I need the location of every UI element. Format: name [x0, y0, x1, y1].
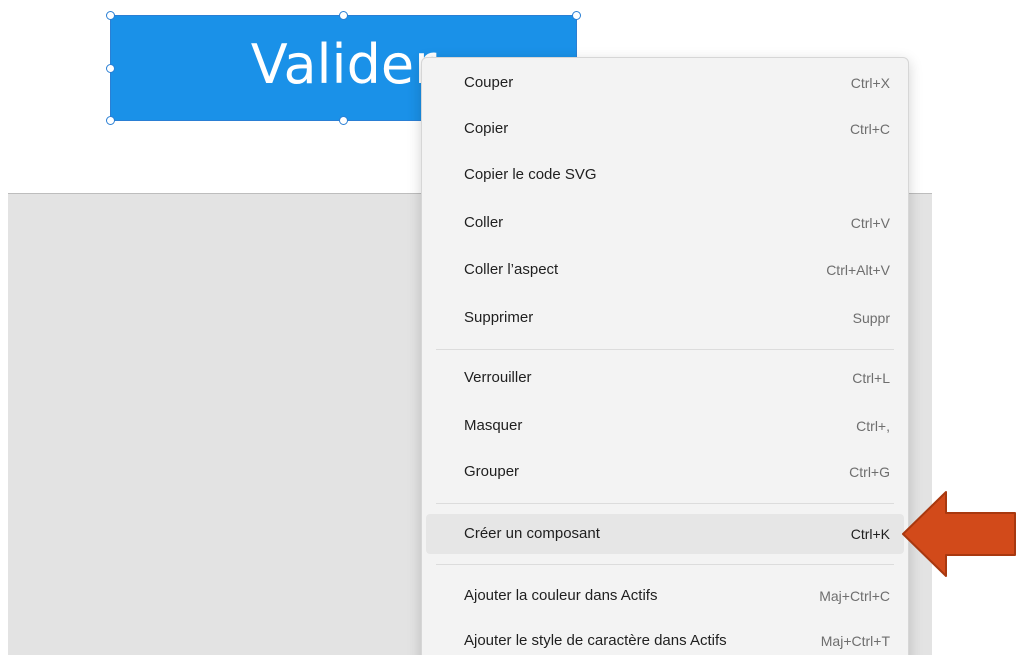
- menu-item-label: Ajouter la couleur dans Actifs: [464, 587, 658, 604]
- resize-handle-top-left[interactable]: [106, 11, 115, 20]
- menu-item-shortcut: Ctrl+Alt+V: [826, 262, 890, 278]
- design-canvas: Valider Couper Ctrl+X Copier Ctrl+C Copi…: [0, 0, 1017, 655]
- menu-item-shortcut: Ctrl+L: [852, 370, 890, 386]
- resize-handle-top[interactable]: [339, 11, 348, 20]
- resize-handle-bottom-left[interactable]: [106, 116, 115, 125]
- menu-item-label: Copier le code SVG: [464, 166, 597, 183]
- menu-item-label: Supprimer: [464, 309, 534, 326]
- menu-item-shortcut: Ctrl+C: [849, 121, 890, 137]
- left-arrow-icon: [902, 491, 1016, 577]
- menu-item-label: Coller: [464, 214, 504, 231]
- context-menu: Couper Ctrl+X Copier Ctrl+C Copier le co…: [421, 57, 909, 655]
- menu-item-label: Coller l’aspect: [464, 261, 559, 278]
- menu-item-masquer[interactable]: Masquer Ctrl+,: [426, 406, 904, 446]
- menu-item-label: Masquer: [464, 417, 523, 434]
- menu-item-shortcut: Suppr: [852, 310, 890, 326]
- menu-item-shortcut: Ctrl+V: [850, 215, 890, 231]
- menu-item-label: Grouper: [464, 463, 520, 480]
- menu-item-ajouter-couleur-actifs[interactable]: Ajouter la couleur dans Actifs Maj+Ctrl+…: [426, 576, 904, 616]
- menu-item-shortcut: Ctrl+K: [850, 526, 890, 542]
- resize-handle-left[interactable]: [106, 64, 115, 73]
- menu-item-shortcut: Maj+Ctrl+T: [820, 633, 890, 649]
- menu-item-coller[interactable]: Coller Ctrl+V: [426, 203, 904, 243]
- menu-item-ajouter-style-caractere-actifs[interactable]: Ajouter le style de caractère dans Actif…: [426, 621, 904, 655]
- menu-item-shortcut: Maj+Ctrl+C: [819, 588, 890, 604]
- resize-handle-bottom[interactable]: [339, 116, 348, 125]
- menu-item-copier-code-svg[interactable]: Copier le code SVG: [426, 155, 904, 195]
- menu-item-label: Verrouiller: [464, 369, 532, 386]
- menu-item-shortcut: Ctrl+,: [856, 418, 890, 434]
- resize-handle-top-right[interactable]: [572, 11, 581, 20]
- menu-item-grouper[interactable]: Grouper Ctrl+G: [426, 452, 904, 492]
- menu-item-coller-aspect[interactable]: Coller l’aspect Ctrl+Alt+V: [426, 250, 904, 290]
- menu-item-supprimer[interactable]: Supprimer Suppr: [426, 298, 904, 338]
- menu-separator: [436, 564, 894, 565]
- menu-item-verrouiller[interactable]: Verrouiller Ctrl+L: [426, 358, 904, 398]
- menu-item-label: Couper: [464, 74, 514, 91]
- menu-separator: [436, 503, 894, 504]
- menu-item-couper[interactable]: Couper Ctrl+X: [426, 63, 904, 103]
- menu-item-label: Créer un composant: [464, 525, 600, 542]
- menu-separator: [436, 349, 894, 350]
- menu-item-shortcut: Ctrl+X: [850, 75, 890, 91]
- menu-item-creer-composant[interactable]: Créer un composant Ctrl+K: [426, 514, 904, 554]
- menu-item-shortcut: Ctrl+G: [849, 464, 890, 480]
- menu-item-copier[interactable]: Copier Ctrl+C: [426, 109, 904, 149]
- menu-item-label: Copier: [464, 120, 509, 137]
- menu-item-label: Ajouter le style de caractère dans Actif…: [464, 632, 727, 649]
